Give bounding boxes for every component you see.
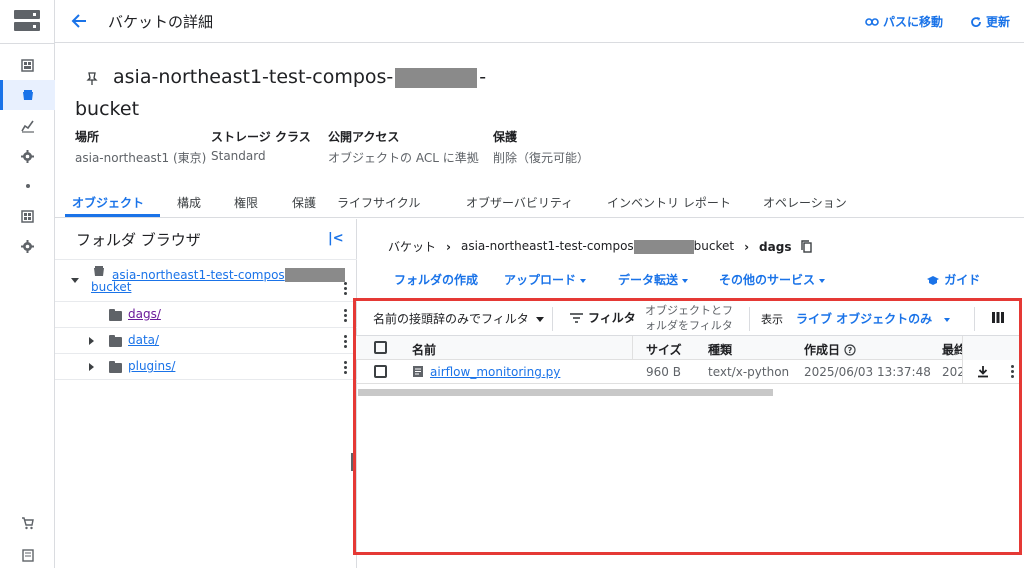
upload-label: アップロード (504, 273, 577, 287)
nav-marketplace-icon[interactable] (0, 201, 55, 231)
tab-inventory-reports[interactable]: インベントリ レポート (607, 194, 731, 211)
pin-icon[interactable] (86, 72, 98, 86)
tree-folder-plugins[interactable]: plugins/ (128, 359, 175, 373)
breadcrumb-root[interactable]: バケット (388, 238, 436, 255)
more-vert-icon[interactable] (344, 335, 347, 350)
refresh-button[interactable]: 更新 (970, 13, 1010, 30)
breadcrumb: バケット › asia-northeast1-test-compos bucket… (388, 238, 813, 255)
tree-row-plugins[interactable]: plugins/ (55, 353, 357, 379)
expand-caret-icon[interactable] (71, 278, 79, 283)
nav-cart-icon[interactable] (0, 508, 55, 538)
tree-folder-dags[interactable]: dags/ (128, 307, 161, 321)
upload-button[interactable]: アップロード (504, 271, 587, 288)
tab-objects[interactable]: オブジェクト (72, 194, 144, 211)
expand-caret-icon[interactable] (89, 337, 94, 345)
bucket-name-part2: - (479, 66, 487, 88)
more-vert-icon[interactable] (344, 361, 347, 376)
tree-row-data[interactable]: data/ (55, 327, 357, 353)
redacted-text (633, 239, 694, 254)
redacted-text (284, 267, 345, 282)
active-tab-indicator (65, 214, 160, 217)
create-folder-button[interactable]: フォルダの作成 (394, 271, 478, 288)
prop-protection-label: 保護 (493, 130, 518, 144)
nav-dot-icon (0, 171, 55, 201)
console-page: バケットの詳細 パスに移動 更新 asia-northeast1-test-co… (0, 0, 1024, 568)
folder-browser-panel: フォルダ ブラウザ |< asia-northeast1-test-compos… (55, 219, 357, 568)
tree-bucket-link[interactable]: asia-northeast1-test-compos (112, 268, 285, 282)
redacted-text (395, 67, 478, 88)
expand-caret-icon[interactable] (89, 363, 94, 371)
breadcrumb-separator-icon: › (744, 239, 750, 254)
dropdown-arrow-icon (580, 278, 587, 283)
tree-folder-data[interactable]: data/ (128, 333, 159, 347)
nav-dashboard-icon[interactable] (0, 50, 55, 80)
dropdown-arrow-icon (819, 278, 826, 283)
tab-lifecycle[interactable]: ライフサイクル (337, 194, 420, 211)
breadcrumb-bucket[interactable]: asia-northeast1-test-compos bucket (461, 239, 734, 254)
transfer-button[interactable]: データ転送 (618, 271, 689, 288)
guide-label: ガイド (944, 273, 981, 287)
refresh-label: 更新 (986, 15, 1011, 29)
bucket-name-line2: bucket (75, 98, 140, 120)
breadcrumb-bucket-part2: bucket (693, 239, 735, 254)
copy-icon[interactable] (801, 240, 813, 253)
tree-row-bucket[interactable]: asia-northeast1-test-compos bucket (55, 259, 357, 301)
dropdown-arrow-icon (682, 278, 689, 283)
highlight-annotation-box (353, 298, 1022, 555)
left-nav-rail (0, 0, 55, 568)
prop-storage-class-label: ストレージ クラス (211, 130, 311, 144)
collapse-panel-icon[interactable]: |< (328, 231, 344, 246)
goto-path-label: パスに移動 (883, 15, 944, 29)
other-services-button[interactable]: その他のサービス (719, 271, 826, 288)
tab-configuration[interactable]: 構成 (177, 194, 201, 211)
folder-icon (109, 361, 122, 373)
nav-settings-icon[interactable] (0, 141, 55, 171)
nav-monitoring-icon[interactable] (0, 111, 55, 141)
prop-location-label: 場所 (75, 130, 100, 144)
nav-buckets-icon[interactable] (0, 80, 55, 110)
bucket-name-part1: asia-northeast1-test-compos- (113, 66, 394, 88)
transfer-label: データ転送 (618, 273, 679, 287)
other-services-label: その他のサービス (719, 273, 816, 287)
folder-icon (109, 335, 122, 347)
page-title: バケットの詳細 (108, 13, 214, 31)
back-arrow-icon[interactable] (70, 11, 90, 31)
prop-location-value: asia-northeast1 (東京) (75, 151, 207, 165)
nav-release-notes-icon[interactable] (0, 540, 55, 568)
goto-path-button[interactable]: パスに移動 (865, 13, 943, 30)
tab-permissions[interactable]: 権限 (234, 194, 258, 211)
tab-observability[interactable]: オブザーバビリティ (466, 194, 573, 211)
link-icon (865, 17, 879, 26)
breadcrumb-separator-icon: › (446, 239, 451, 254)
nav-admin-icon[interactable] (0, 231, 55, 261)
prop-protection-value: 削除（復元可能） (493, 151, 590, 165)
tree-row-dags[interactable]: dags/ (55, 301, 357, 327)
breadcrumb-current: dags (759, 239, 792, 254)
refresh-icon (971, 16, 981, 27)
prop-public-access-value: オブジェクトの ACL に準拠 (328, 151, 479, 165)
tab-operations[interactable]: オペレーション (763, 194, 847, 211)
tree-divider (55, 379, 357, 380)
storage-logo-icon (14, 10, 40, 32)
prop-storage-class-value: Standard (211, 149, 266, 163)
breadcrumb-bucket-part1: asia-northeast1-test-compos (460, 239, 634, 254)
bucket-name: asia-northeast1-test-compos- - (113, 66, 486, 88)
folder-browser-title: フォルダ ブラウザ (76, 231, 201, 249)
rail-divider (0, 43, 55, 44)
tab-bar: オブジェクト 構成 権限 保護 ライフサイクル オブザーバビリティ インベントリ… (55, 186, 1024, 218)
bucket-icon (94, 266, 104, 276)
school-icon (927, 276, 939, 285)
prop-public-access-label: 公開アクセス (328, 130, 400, 144)
guide-button[interactable]: ガイド (926, 271, 980, 288)
folder-icon (109, 309, 122, 321)
more-vert-icon[interactable] (344, 282, 347, 297)
tree-bucket-link-line2[interactable]: bucket (91, 280, 131, 294)
page-header: バケットの詳細 パスに移動 更新 (55, 0, 1024, 43)
tab-protection[interactable]: 保護 (292, 194, 316, 211)
more-vert-icon[interactable] (344, 309, 347, 324)
